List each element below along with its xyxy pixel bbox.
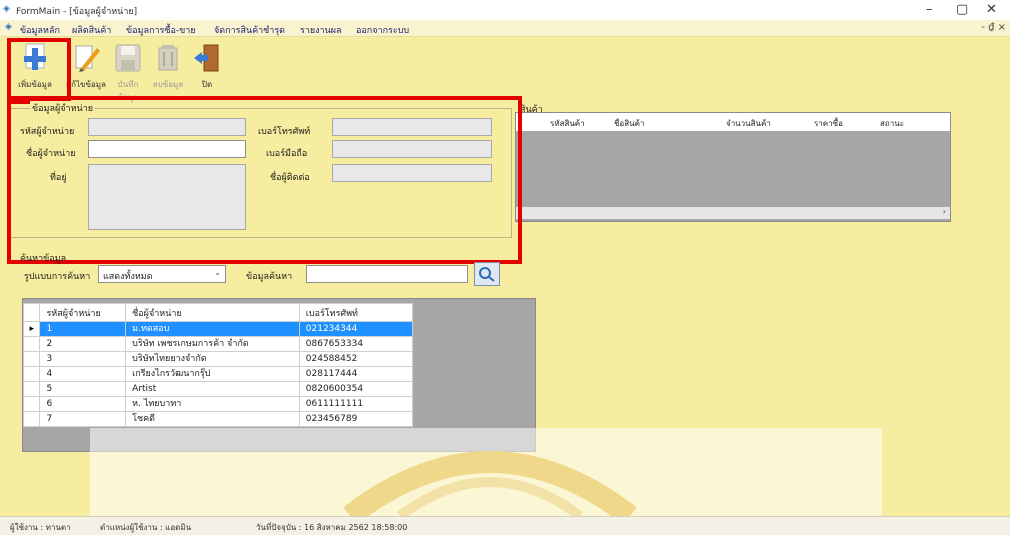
toolbar: เพิ่มข้อมูล แก้ไขข้อมูล บันทึกข้อมูล ลบข…	[0, 36, 1010, 102]
menu-production[interactable]: ผลิตสินค้า	[72, 23, 111, 37]
maximize-button[interactable]: ▢	[956, 2, 968, 17]
supplier-phone-cell[interactable]: 028117444	[298, 366, 414, 382]
product-col-header: จำนวนสินค้า	[726, 119, 771, 128]
supplier-id-cell[interactable]: 2	[39, 336, 127, 352]
delete-button-label: ลบข้อมูล	[152, 80, 184, 89]
row-header-cell[interactable]	[22, 411, 41, 427]
menu-reports[interactable]: รายงานผล	[300, 23, 342, 37]
status-bar: ผู้ใช้งาน : ทานตา ตำแหน่งผู้ใช้งาน : แอด…	[0, 516, 1010, 535]
product-col-header: ราคาซื้อ	[814, 119, 843, 128]
menu-purchase-sale[interactable]: ข้อมูลการซื้อ-ขาย	[126, 23, 196, 37]
table-row[interactable]: ▸ 1 ม.ทดสอบ 021234344	[22, 321, 414, 337]
supplier-col-header: รหัสผู้จำหน่าย	[39, 303, 127, 322]
table-row[interactable]: 3 บริษัทไทยยางจำกัด 024588452	[22, 351, 414, 367]
watermark	[90, 428, 882, 525]
row-header-cell[interactable]	[22, 351, 41, 367]
supplier-id-cell[interactable]: 7	[39, 411, 127, 427]
mdi-form-icon: ◈	[5, 22, 12, 32]
supplier-name-cell[interactable]: บริษัท เพชรเกษมการค้า จำกัด	[125, 336, 300, 352]
supplier-phone-cell[interactable]: 0611111111	[298, 396, 414, 412]
supplier-name-cell[interactable]: Artist	[125, 381, 300, 397]
row-header-cell[interactable]: ▸	[22, 321, 41, 337]
search-group-title: ค้นหาข้อมูล	[20, 254, 67, 264]
search-keyword-input[interactable]	[306, 265, 468, 283]
exit-button[interactable]: ปิด	[190, 42, 224, 96]
status-date: วันที่ปัจจุบัน : 16 สิงหาคม 2562 18:58:0…	[256, 523, 408, 532]
table-row[interactable]: 2 บริษัท เพชรเกษมการค้า จำกัด 0867653334	[22, 336, 414, 352]
supplier-phone-cell[interactable]: 024588452	[298, 351, 414, 367]
save-disk-icon	[115, 44, 141, 72]
supplier-id-cell[interactable]: 6	[39, 396, 127, 412]
product-col-header: ชื่อสินค้า	[614, 119, 645, 128]
product-grid[interactable]: รหัสสินค้า ชื่อสินค้า จำนวนสินค้า ราคาซื…	[515, 112, 951, 222]
search-keyword-label: ข้อมูลค้นหา	[246, 272, 293, 282]
status-position: ตำแหน่งผู้ใช้งาน : แอดมิน	[100, 523, 192, 532]
minimize-button[interactable]: –	[926, 2, 933, 17]
edit-button[interactable]: แก้ไขข้อมูล	[66, 42, 106, 96]
supplier-table[interactable]: รหัสผู้จำหน่าย ชื่อผู้จำหน่าย เบอร์โทรศั…	[22, 303, 414, 427]
close-button[interactable]: ✕	[986, 2, 997, 17]
search-button[interactable]	[474, 262, 500, 286]
supplier-id-cell[interactable]: 5	[39, 381, 127, 397]
supplier-phone-cell[interactable]: 0820600354	[298, 381, 414, 397]
supplier-phone-cell[interactable]: 023456789	[298, 411, 414, 427]
table-row[interactable]: 5 Artist 0820600354	[22, 381, 414, 397]
status-user: ผู้ใช้งาน : ทานตา	[10, 523, 71, 532]
search-type-value: แสดงทั้งหมด	[103, 272, 153, 282]
product-col-header: สถานะ	[880, 119, 904, 128]
supplier-phone-cell[interactable]: 0867653334	[298, 336, 414, 352]
supplier-id-cell[interactable]: 4	[39, 366, 127, 382]
chevron-down-icon: ⌄	[214, 268, 221, 277]
highlight-add-button	[7, 38, 71, 104]
supplier-name-cell[interactable]: ห. ไทยบาทา	[125, 396, 300, 412]
title-bar: ◈ FormMain - [ข้อมูลผู้จำหน่าย] – ▢ ✕	[0, 0, 1010, 20]
supplier-col-header: ชื่อผู้จำหน่าย	[125, 303, 300, 322]
window-title: FormMain - [ข้อมูลผู้จำหน่าย]	[16, 7, 138, 17]
table-row[interactable]: 4 เกรียงไกรวัฒนากรุ๊ป 028117444	[22, 366, 414, 382]
menu-damaged-goods[interactable]: จัดการสินค้าชำรุด	[214, 23, 285, 37]
app-icon: ◈	[3, 4, 10, 14]
search-type-dropdown[interactable]: แสดงทั้งหมด ⌄	[98, 265, 226, 283]
row-header-corner	[22, 303, 41, 322]
supplier-name-cell[interactable]: โชคดี	[125, 411, 300, 427]
row-header-cell[interactable]	[22, 381, 41, 397]
save-button[interactable]: บันทึกข้อมูล	[108, 42, 148, 102]
edit-pencil-icon	[75, 45, 100, 72]
search-type-label: รูปแบบการค้นหา	[24, 272, 91, 282]
supplier-name-cell[interactable]: เกรียงไกรวัฒนากรุ๊ป	[125, 366, 300, 382]
supplier-col-header: เบอร์โทรศัพท์	[298, 303, 414, 322]
edit-button-label: แก้ไขข้อมูล	[66, 80, 106, 89]
delete-button[interactable]: ลบข้อมูล	[150, 42, 186, 96]
scroll-right-arrow-icon[interactable]: ›	[943, 207, 946, 216]
mdi-window-controls[interactable]: - ₫ ×	[981, 22, 1006, 33]
product-col-header: รหัสสินค้า	[550, 119, 585, 128]
supplier-table-header: รหัสผู้จำหน่าย ชื่อผู้จำหน่าย เบอร์โทรศั…	[22, 303, 414, 322]
exit-door-icon	[194, 44, 219, 72]
search-icon	[479, 267, 495, 282]
supplier-name-cell[interactable]: บริษัทไทยยางจำกัด	[125, 351, 300, 367]
table-row[interactable]: 6 ห. ไทยบาทา 0611111111	[22, 396, 414, 412]
product-grid-scrollbar[interactable]: ›	[516, 207, 950, 219]
menu-bar: ◈ ข้อมูลหลัก ผลิตสินค้า ข้อมูลการซื้อ-ขา…	[0, 20, 1010, 37]
menu-logout[interactable]: ออกจากระบบ	[356, 23, 409, 37]
supplier-id-cell[interactable]: 3	[39, 351, 127, 367]
exit-button-label: ปิด	[201, 80, 213, 89]
row-header-cell[interactable]	[22, 366, 41, 382]
table-row[interactable]: 7 โชคดี 023456789	[22, 411, 414, 427]
row-header-cell[interactable]	[22, 336, 41, 352]
product-grid-header: รหัสสินค้า ชื่อสินค้า จำนวนสินค้า ราคาซื…	[516, 113, 950, 131]
highlight-supplier-form	[7, 96, 522, 264]
university-seal-watermark	[343, 451, 637, 525]
menu-master-data[interactable]: ข้อมูลหลัก	[20, 23, 60, 37]
supplier-id-cell[interactable]: 1	[39, 321, 127, 337]
delete-icon	[158, 45, 178, 71]
supplier-name-cell[interactable]: ม.ทดสอบ	[125, 321, 300, 337]
row-header-cell[interactable]	[22, 396, 41, 412]
supplier-phone-cell[interactable]: 021234344	[298, 321, 414, 337]
